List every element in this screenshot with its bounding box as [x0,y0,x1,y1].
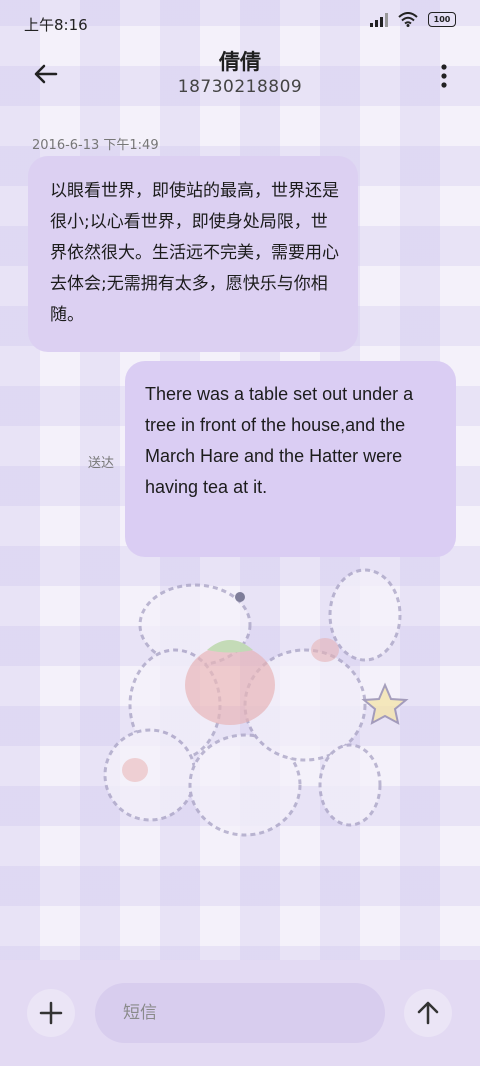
message-timestamp: 2016-6-13 下午1:49 [32,138,159,153]
delivery-status: 送达 [88,456,115,471]
received-message-bubble[interactable]: 以眼看世界，即使站的最高，世界还是很小;以心看世界，即使身处局限，世界依然很大。… [28,156,358,352]
conversation-header: 倩倩 18730218809 [0,46,480,106]
contact-phone: 18730218809 [177,77,303,97]
sent-message-bubble[interactable]: There was a table set out under a tree i… [125,361,456,557]
more-vertical-icon [441,64,447,88]
more-options-button[interactable] [438,58,450,94]
composer-bar: 短信 [0,960,480,1066]
status-bar: 上午8:16 100 [0,0,480,46]
contact-name: 倩倩 [219,50,261,74]
battery-icon: 100 [428,12,456,27]
plus-icon [39,1001,63,1025]
status-time: 上午8:16 [24,16,88,34]
signal-icon [370,12,388,27]
add-attachment-button[interactable] [27,989,75,1037]
wallpaper-bunny-illustration [103,568,409,837]
send-button[interactable] [404,989,452,1037]
wifi-icon [398,12,418,27]
arrow-up-icon [417,1001,439,1025]
message-input[interactable]: 短信 [95,983,385,1043]
status-icons: 100 [370,12,456,27]
